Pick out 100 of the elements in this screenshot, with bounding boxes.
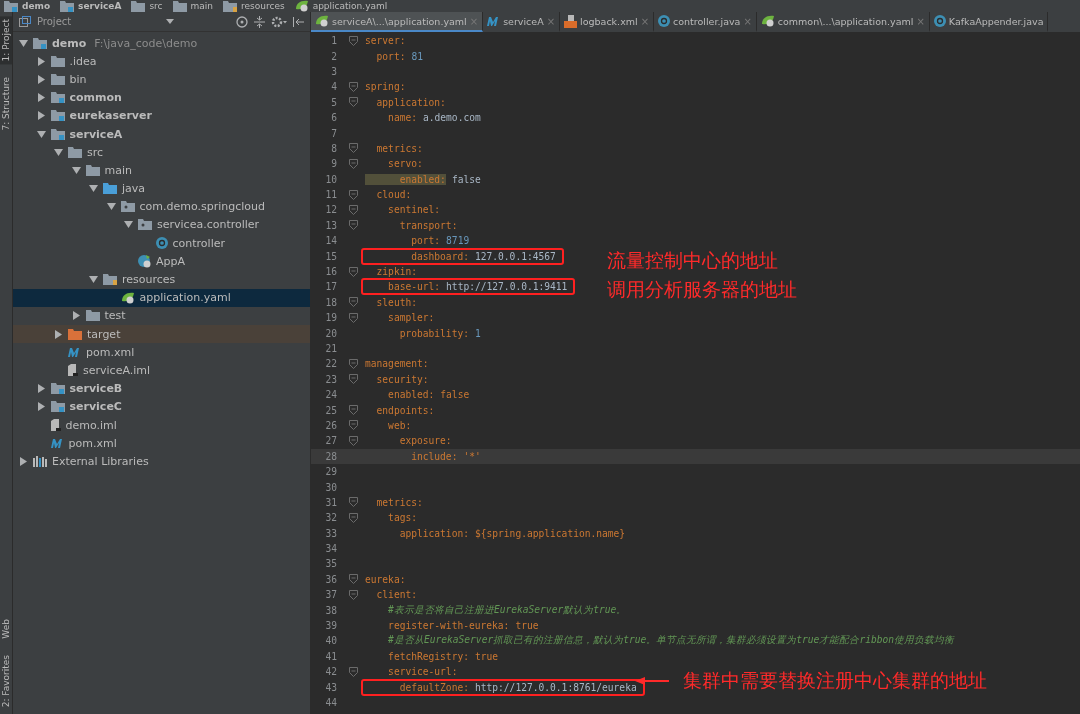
tool-window-tab[interactable]: Web bbox=[0, 616, 12, 642]
fold-marker-icon[interactable] bbox=[348, 589, 358, 600]
dropdown-caret-icon[interactable] bbox=[166, 19, 174, 24]
tree-item[interactable]: serviceB bbox=[13, 379, 310, 398]
tree-item[interactable]: pom.xml bbox=[13, 343, 310, 362]
line-number: 18 bbox=[324, 296, 338, 308]
line-number: 33 bbox=[324, 527, 338, 539]
tree-item[interactable]: eurekaserver bbox=[13, 106, 310, 125]
tree-item[interactable]: AppA bbox=[13, 252, 310, 271]
yaml-key: sleuth: bbox=[365, 296, 417, 308]
tree-item[interactable]: target bbox=[13, 325, 310, 344]
folder-icon bbox=[33, 37, 47, 49]
fold-marker-icon[interactable] bbox=[348, 189, 358, 200]
folder-icon bbox=[50, 128, 65, 140]
tree-item[interactable]: test bbox=[13, 306, 310, 325]
line-number: 25 bbox=[324, 404, 338, 416]
fold-marker-icon[interactable] bbox=[348, 35, 358, 46]
line-number: 41 bbox=[324, 650, 338, 662]
panel-title[interactable]: Project bbox=[37, 16, 72, 27]
fold-marker-icon[interactable] bbox=[348, 666, 358, 677]
tree-item[interactable]: External Libraries bbox=[13, 452, 310, 471]
tree-item[interactable]: .idea bbox=[13, 52, 310, 71]
breadcrumb[interactable]: src bbox=[131, 0, 163, 12]
tree-item[interactable]: serviceA.iml bbox=[13, 361, 310, 380]
fold-marker-icon[interactable] bbox=[348, 435, 358, 446]
tree-item[interactable]: com.demo.springcloud bbox=[13, 197, 310, 216]
fold-marker-icon[interactable] bbox=[348, 512, 358, 523]
tree-item[interactable]: serviceC bbox=[13, 397, 310, 416]
breadcrumb[interactable]: main bbox=[172, 0, 213, 12]
tree-item[interactable]: java bbox=[13, 179, 310, 198]
yaml-key: register-with-eureka: bbox=[365, 620, 510, 632]
tree-item[interactable]: main bbox=[13, 161, 310, 180]
line-number: 5 bbox=[330, 96, 338, 108]
yaml-key: server: bbox=[365, 35, 406, 47]
fold-marker-icon[interactable] bbox=[348, 497, 358, 508]
fold-marker-icon[interactable] bbox=[348, 420, 358, 431]
folder-icon bbox=[120, 201, 135, 213]
line-number: 34 bbox=[324, 543, 338, 555]
line-number: 42 bbox=[324, 666, 338, 678]
settings-icon[interactable] bbox=[271, 15, 287, 28]
annotation-text: 流量控制中心的地址 bbox=[607, 248, 778, 273]
locate-icon[interactable] bbox=[236, 15, 248, 28]
yaml-key: metrics: bbox=[365, 496, 423, 508]
tree-item[interactable]: application.yaml bbox=[13, 288, 310, 307]
tree-item[interactable]: pom.xml bbox=[13, 434, 310, 453]
yaml-value: 81 bbox=[411, 50, 423, 62]
tree-item[interactable]: demo F:\java_code\demo bbox=[13, 34, 310, 53]
fold-marker-icon[interactable] bbox=[348, 266, 358, 277]
breadcrumb[interactable]: application.yaml bbox=[294, 0, 388, 12]
line-number: 38 bbox=[324, 604, 338, 616]
tree-item[interactable]: demo.iml bbox=[13, 415, 310, 435]
tree-item[interactable]: resources bbox=[13, 270, 310, 289]
collapse-all-icon[interactable] bbox=[254, 15, 265, 28]
line-number: 6 bbox=[330, 112, 338, 124]
line-number: 44 bbox=[324, 697, 338, 708]
breadcrumb[interactable]: resources bbox=[223, 0, 285, 12]
class-icon bbox=[155, 237, 168, 250]
tree-item[interactable]: bin bbox=[13, 70, 310, 89]
fold-marker-icon[interactable] bbox=[348, 405, 358, 416]
tool-window-tab[interactable]: 7: Structure bbox=[0, 74, 12, 134]
yaml-value: false bbox=[440, 389, 470, 401]
yaml-key: port: bbox=[365, 235, 441, 247]
folder-icon bbox=[60, 0, 75, 12]
code-comment: #表示是否将自己注册进EurekaServer默认为true。 bbox=[387, 603, 627, 617]
folder-icon bbox=[223, 0, 237, 12]
line-number: 22 bbox=[324, 358, 338, 370]
yaml-key: eureka: bbox=[365, 573, 406, 585]
yaml-key: exposure: bbox=[365, 435, 452, 447]
fold-marker-icon[interactable] bbox=[348, 97, 358, 108]
yaml-key: include: bbox=[365, 450, 458, 462]
fold-marker-icon[interactable] bbox=[348, 312, 358, 323]
tree-item[interactable]: controller bbox=[13, 234, 310, 253]
fold-marker-icon[interactable] bbox=[348, 143, 358, 154]
breadcrumb[interactable]: demo bbox=[4, 0, 51, 12]
yaml-key: security: bbox=[365, 373, 429, 385]
expanded-arrow-icon[interactable] bbox=[19, 38, 28, 48]
fold-marker-icon[interactable] bbox=[348, 374, 358, 385]
tree-item[interactable]: src bbox=[13, 143, 310, 162]
line-number: 30 bbox=[324, 481, 338, 493]
fold-marker-icon[interactable] bbox=[348, 297, 358, 308]
collapsed-arrow-icon[interactable] bbox=[19, 456, 28, 466]
tree-item[interactable]: serviceA bbox=[13, 124, 310, 144]
yaml-key: name: bbox=[365, 112, 417, 124]
tool-window-tab[interactable]: 1: Project bbox=[0, 16, 12, 65]
tree-item[interactable]: servicea.controller bbox=[13, 215, 310, 235]
fold-marker-icon[interactable] bbox=[348, 220, 358, 231]
fold-marker-icon[interactable] bbox=[348, 158, 358, 169]
fold-marker-icon[interactable] bbox=[348, 358, 358, 369]
tool-window-tab[interactable]: 2: Favorites bbox=[0, 651, 12, 710]
line-number: 21 bbox=[324, 343, 338, 354]
tree-item[interactable]: common bbox=[13, 88, 310, 107]
fold-marker-icon[interactable] bbox=[348, 81, 358, 92]
hide-panel-icon[interactable] bbox=[293, 16, 304, 27]
expanded-arrow-icon[interactable] bbox=[89, 275, 98, 285]
line-number: 3 bbox=[330, 65, 338, 77]
fold-marker-icon[interactable] bbox=[348, 205, 358, 215]
yaml-value: a.demo.com bbox=[423, 112, 481, 124]
editor-tab[interactable]: serviceA\...\application.yaml × bbox=[311, 12, 484, 32]
breadcrumb[interactable]: serviceA bbox=[60, 0, 122, 12]
fold-marker-icon[interactable] bbox=[348, 574, 358, 585]
